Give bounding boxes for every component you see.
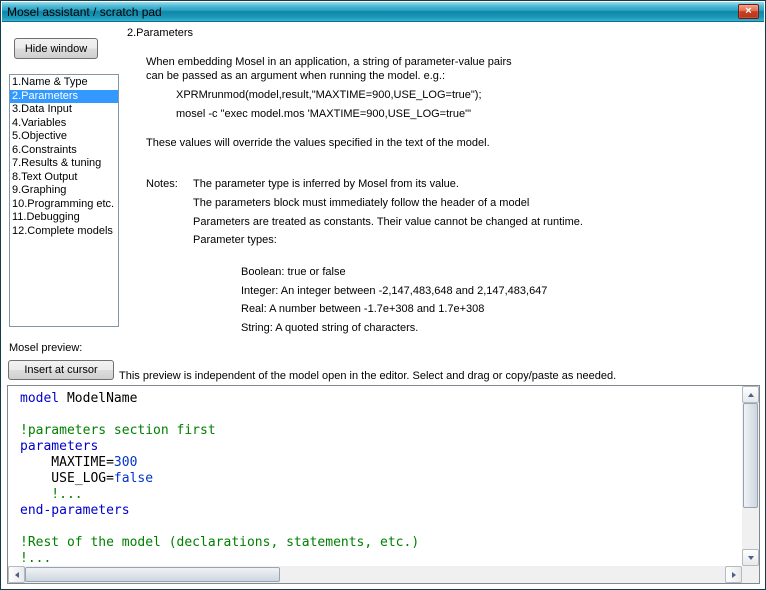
parameter-types-label: Parameter types: (193, 234, 277, 246)
scroll-left-icon (15, 572, 19, 578)
note-line: Parameters are treated as constants. The… (193, 216, 583, 228)
sidebar-item-complete-models[interactable]: 12.Complete models (10, 225, 118, 239)
code-line: end-parameters (20, 503, 742, 519)
sidebar-item-text-output[interactable]: 8.Text Output (10, 171, 118, 185)
example-api-call: XPRMrunmod(model,result,"MAXTIME=900,USE… (176, 89, 482, 101)
scroll-right-button[interactable] (725, 566, 742, 583)
code-line (20, 519, 742, 535)
intro-line-1: When embedding Mosel in an application, … (146, 56, 512, 68)
hide-window-button[interactable]: Hide window (14, 38, 98, 59)
note-line: The parameter type is inferred by Mosel … (193, 178, 459, 190)
sidebar-item-variables[interactable]: 4.Variables (10, 117, 118, 131)
scroll-down-button[interactable] (742, 549, 759, 566)
preview-independence-note: This preview is independent of the model… (119, 370, 616, 382)
close-icon: × (745, 5, 751, 17)
scroll-up-button[interactable] (742, 386, 759, 403)
code-line: parameters (20, 439, 742, 455)
notes-label: Notes: (146, 178, 178, 190)
sidebar-item-data-input[interactable]: 3.Data Input (10, 103, 118, 117)
mosel-preview-label: Mosel preview: (9, 342, 82, 354)
scroll-left-button[interactable] (8, 566, 25, 583)
scroll-up-icon (748, 393, 754, 397)
vertical-scrollbar[interactable] (742, 386, 759, 566)
code-line (20, 407, 742, 423)
dialog-window: Mosel assistant / scratch pad × 2.Parame… (0, 0, 766, 590)
sidebar-item-graphing[interactable]: 9.Graphing (10, 184, 118, 198)
close-button[interactable]: × (738, 4, 759, 19)
type-string: String: A quoted string of characters. (241, 322, 418, 334)
type-boolean: Boolean: true or false (241, 266, 346, 278)
vertical-scroll-thumb[interactable] (743, 403, 758, 508)
horizontal-scroll-thumb[interactable] (25, 567, 280, 582)
code-line: !... (20, 551, 742, 566)
sidebar-item-objective[interactable]: 5.Objective (10, 130, 118, 144)
page-title: 2.Parameters (127, 27, 193, 39)
sidebar-item-constraints[interactable]: 6.Constraints (10, 144, 118, 158)
code-line: model ModelName (20, 391, 742, 407)
scrollbar-corner (742, 566, 759, 583)
sidebar-item-debugging[interactable]: 11.Debugging (10, 211, 118, 225)
insert-at-cursor-button[interactable]: Insert at cursor (8, 360, 114, 380)
code-line: MAXTIME=300 (20, 455, 742, 471)
sidebar-item-results-tuning[interactable]: 7.Results & tuning (10, 157, 118, 171)
code-line: !... (20, 487, 742, 503)
code-line: !Rest of the model (declarations, statem… (20, 535, 742, 551)
scroll-down-icon (748, 556, 754, 560)
preview-code[interactable]: model ModelName !parameters section firs… (8, 386, 742, 566)
topic-listbox[interactable]: 1.Name & Type2.Parameters3.Data Input4.V… (9, 74, 119, 327)
type-integer: Integer: An integer between -2,147,483,6… (241, 285, 547, 297)
example-cli-call: mosel -c "exec model.mos 'MAXTIME=900,US… (176, 108, 471, 120)
intro-line-2: can be passed as an argument when runnin… (146, 70, 445, 82)
code-line: !parameters section first (20, 423, 742, 439)
window-title: Mosel assistant / scratch pad (7, 5, 738, 19)
type-real: Real: A number between -1.7e+308 and 1.7… (241, 303, 484, 315)
scroll-right-icon (732, 572, 736, 578)
titlebar[interactable]: Mosel assistant / scratch pad × (2, 2, 764, 22)
horizontal-scrollbar[interactable] (8, 566, 742, 583)
override-note: These values will override the values sp… (146, 137, 490, 149)
sidebar-item-name-type[interactable]: 1.Name & Type (10, 76, 118, 90)
sidebar-item-programming[interactable]: 10.Programming etc. (10, 198, 118, 212)
sidebar-item-parameters[interactable]: 2.Parameters (10, 90, 118, 104)
code-line: USE_LOG=false (20, 471, 742, 487)
code-preview-pane[interactable]: model ModelName !parameters section firs… (7, 385, 760, 584)
note-line: The parameters block must immediately fo… (193, 197, 529, 209)
